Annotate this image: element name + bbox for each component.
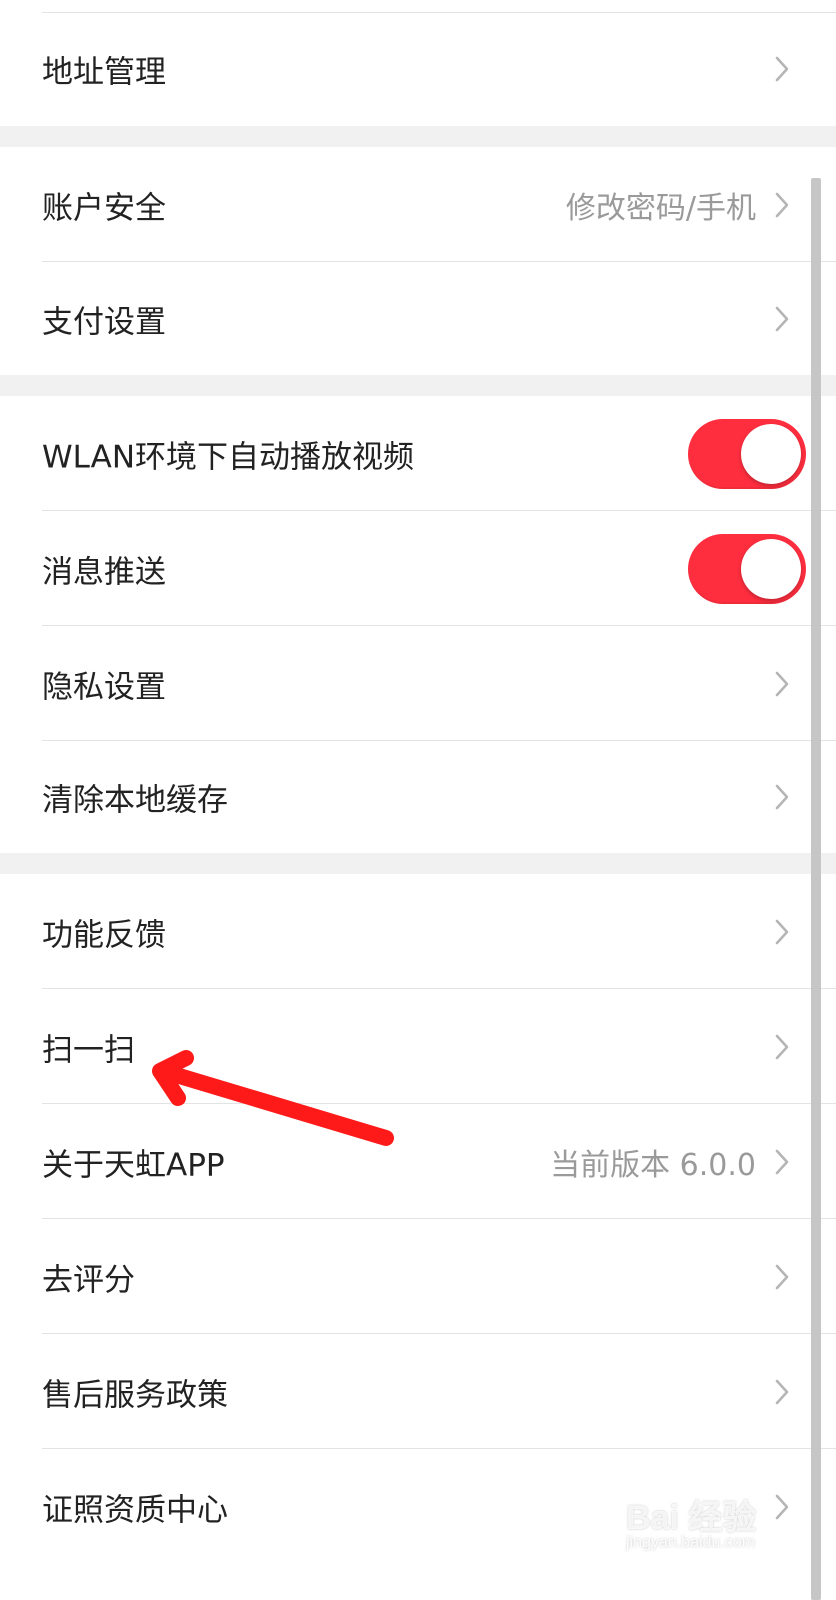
row-label: 关于天虹APP [42,1147,225,1183]
row-label: 账户安全 [42,190,166,226]
settings-group-address: 地址管理 [0,0,836,126]
row-label: 清除本地缓存 [42,782,228,819]
settings-row-privacy-settings[interactable]: 隐私设置 [0,626,836,741]
settings-row-address-management[interactable]: 地址管理 [0,12,836,126]
row-label: 支付设置 [42,304,166,340]
chevron-right-icon [775,1494,789,1519]
settings-group-preferences: WLAN环境下自动播放视频 消息推送 隐私设置 清除本地缓存 [0,396,836,853]
toggle-knob [741,538,801,599]
settings-row-scan[interactable]: 扫一扫 [0,989,836,1104]
settings-row-wlan-autoplay: WLAN环境下自动播放视频 [0,396,836,511]
settings-row-about-app[interactable]: 关于天虹APP 当前版本 6.0.0 [0,1104,836,1219]
settings-row-rate[interactable]: 去评分 [0,1219,836,1334]
settings-row-clear-cache[interactable]: 清除本地缓存 [0,741,836,853]
settings-row-after-sales-policy[interactable]: 售后服务政策 [0,1334,836,1449]
toggle-knob [741,423,801,484]
row-label: WLAN环境下自动播放视频 [42,439,415,475]
chevron-right-icon [775,306,789,331]
settings-row-feedback[interactable]: 功能反馈 [0,874,836,989]
chevron-right-icon [775,671,789,696]
settings-row-payment-settings[interactable]: 支付设置 [0,262,836,375]
chevron-right-icon [775,1264,789,1289]
row-label: 扫一扫 [42,1032,135,1068]
push-notifications-toggle[interactable] [688,533,806,604]
settings-row-push-notifications: 消息推送 [0,511,836,626]
chevron-right-icon [775,192,789,217]
chevron-right-icon [775,784,789,810]
chevron-right-icon [775,1034,789,1059]
wlan-autoplay-toggle[interactable] [688,418,806,489]
baidu-jingyan-watermark: Bai 经验 jingyan.baidu.com [626,1490,776,1570]
row-value: 修改密码/手机 [565,190,756,226]
version-value: 当前版本 6.0.0 [550,1147,756,1183]
row-label: 消息推送 [42,554,166,590]
row-label: 功能反馈 [42,917,166,953]
watermark-main-text: Bai 经验 [626,1499,757,1537]
scrollbar[interactable] [811,178,821,1600]
row-label: 证照资质中心 [42,1492,228,1528]
chevron-right-icon [775,1149,789,1174]
row-label: 隐私设置 [42,669,166,705]
row-label: 地址管理 [42,54,166,91]
settings-screen: 地址管理 账户安全 修改密码/手机 支付设置 WLAN环境下自动播放视频 消息推… [0,0,836,1600]
row-label: 去评分 [42,1262,135,1298]
chevron-right-icon [775,1379,789,1404]
chevron-right-icon [775,56,789,82]
chevron-right-icon [775,919,789,944]
watermark-sub-text: jingyan.baidu.com [626,1534,755,1551]
row-label: 售后服务政策 [42,1377,228,1413]
settings-group-account: 账户安全 修改密码/手机 支付设置 [0,147,836,375]
settings-row-account-security[interactable]: 账户安全 修改密码/手机 [0,147,836,262]
